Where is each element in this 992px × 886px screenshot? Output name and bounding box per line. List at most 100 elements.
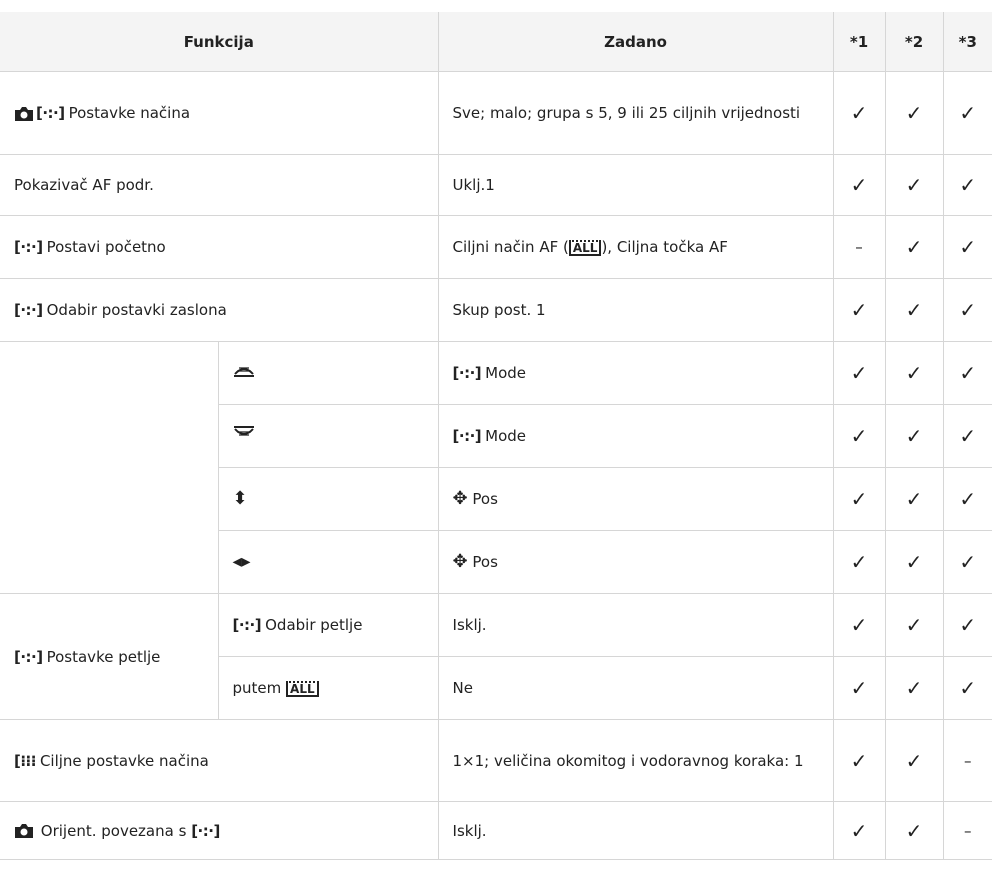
af-target-bracket: [·:·] — [452, 427, 482, 445]
check-icon: ✓ — [832, 467, 886, 531]
check-icon: ✓ — [832, 341, 886, 405]
default-cell: Uklj.1 — [437, 154, 834, 216]
function-cell-empty — [0, 341, 219, 594]
default-cell: [·:·] Mode — [437, 404, 834, 468]
default-text: ), Ciljna točka AF — [601, 238, 728, 256]
table-row: Pokazivač AF podr. Uklj.1 ✓ ✓ ✓ — [0, 154, 992, 216]
default-text: Ciljni način AF ( — [452, 238, 569, 256]
check-icon: ✓ — [832, 530, 886, 594]
check-icon: ✓ — [942, 593, 992, 657]
function-cell: [·:·] Postavke načina — [0, 71, 439, 155]
check-icon: ✓ — [832, 278, 886, 342]
function-icon-cell — [218, 404, 439, 468]
default-cell: [·:·] Mode — [437, 341, 834, 405]
function-cell: Orijent. povezana s [·:·] — [0, 801, 439, 860]
all-target-icon: ALL — [568, 239, 602, 256]
header-col2: *2 — [884, 12, 944, 72]
function-cell: [⁝⁝⁝ Ciljne postavke načina — [0, 719, 439, 802]
table-row: [·:·] Postavke načina Sve; malo; grupa s … — [0, 71, 992, 155]
function-cell: Pokazivač AF podr. — [0, 154, 439, 216]
default-text: Pos — [472, 553, 498, 571]
table-row: [·:·] Odabir postavki zaslona Skup post. … — [0, 278, 992, 342]
function-icon-cell: ◂▸ — [218, 530, 439, 594]
check-icon: ✓ — [942, 656, 992, 720]
header-function: Funkcija — [0, 12, 439, 72]
camera-icon — [15, 824, 33, 838]
check-icon: ✓ — [832, 404, 886, 468]
af-target-bracket: [·:·] — [36, 104, 65, 122]
check-icon: ✓ — [884, 278, 944, 342]
sub-function-cell: putem ALL — [218, 656, 439, 720]
sub-function-label: putem — [232, 679, 282, 697]
check-icon: ✓ — [884, 467, 944, 531]
sub-function-label: Odabir petlje — [265, 616, 363, 634]
af-target-bracket: [·:·] — [14, 238, 43, 256]
function-icon-cell: ⬍ — [218, 467, 439, 531]
header-col3: *3 — [942, 12, 992, 72]
default-cell: 1×1; veličina okomitog i vodoravnog kora… — [437, 719, 834, 802]
function-label: Postavke petlje — [46, 647, 161, 666]
function-icon-cell — [217, 341, 439, 405]
table-row: [⁝⁝⁝ Ciljne postavke načina 1×1; veličina… — [0, 719, 992, 802]
table-row: [·:·] Postavi početno Ciljni način AF (AL… — [0, 215, 992, 279]
default-text: Mode — [485, 427, 526, 445]
check-icon: ✓ — [884, 404, 944, 468]
default-cell: ✥ Pos — [437, 530, 834, 594]
dash-icon: – — [832, 215, 886, 279]
default-cell: Isklj. — [437, 593, 834, 657]
table-row: [·:·] Postavke petlje [·:·] Odabir petlje … — [0, 593, 992, 720]
default-cell: Skup post. 1 — [437, 278, 834, 342]
check-icon: ✓ — [942, 530, 992, 594]
check-icon: ✓ — [884, 341, 944, 405]
front-dial-icon — [233, 367, 254, 377]
target-pattern-icon: [⁝⁝⁝ — [14, 751, 36, 770]
default-cell: Ciljni način AF (ALL), Ciljna točka AF — [437, 215, 834, 279]
camera-icon — [15, 106, 33, 121]
check-icon: ✓ — [942, 278, 992, 342]
check-icon: ✓ — [942, 467, 992, 531]
header-col1: *1 — [832, 12, 886, 72]
cross-pad-icon: ✥ — [452, 551, 468, 572]
function-label: Postavi početno — [46, 238, 166, 256]
check-icon: ✓ — [942, 341, 992, 405]
cross-pad-icon: ✥ — [452, 488, 468, 509]
check-icon: ✓ — [832, 719, 886, 802]
check-icon: ✓ — [884, 530, 944, 594]
sub-function-cell: [·:·] Odabir petlje — [217, 593, 439, 657]
function-cell: [·:·] Postavi početno — [0, 215, 439, 279]
check-icon: ✓ — [942, 154, 992, 216]
dash-icon: – — [942, 719, 992, 802]
check-icon: ✓ — [942, 215, 992, 279]
default-cell: Ne — [437, 656, 834, 720]
default-cell: Isklj. — [437, 801, 834, 860]
table-header-row: Funkcija Zadano *1 *2 *3 — [0, 12, 992, 72]
default-cell: ✥ Pos — [437, 467, 834, 531]
default-text: Pos — [472, 490, 498, 508]
left-right-arrows-icon: ◂▸ — [232, 551, 251, 572]
check-icon: ✓ — [942, 71, 992, 155]
af-target-bracket: [·:·] — [14, 301, 43, 319]
rear-dial-icon — [233, 426, 254, 436]
check-icon: ✓ — [884, 656, 944, 720]
up-down-arrows-icon: ⬍ — [232, 488, 248, 509]
check-icon: ✓ — [832, 801, 886, 860]
all-target-icon: ALL — [286, 680, 319, 697]
check-icon: ✓ — [884, 71, 944, 155]
af-target-bracket: [·:·] — [14, 647, 43, 666]
check-icon: ✓ — [884, 215, 944, 279]
dash-icon: – — [942, 801, 992, 860]
header-default: Zadano — [437, 12, 834, 72]
check-icon: ✓ — [832, 656, 886, 720]
function-label: Ciljne postavke načina — [39, 751, 209, 770]
settings-table: Funkcija Zadano *1 *2 *3 [·:·] Postavke n… — [0, 12, 992, 860]
check-icon: ✓ — [832, 154, 886, 216]
function-label: Postavke načina — [68, 104, 191, 122]
check-icon: ✓ — [942, 404, 992, 468]
check-icon: ✓ — [832, 71, 886, 155]
af-target-bracket: [·:·] — [232, 616, 262, 634]
function-label: Odabir postavki zaslona — [46, 301, 227, 319]
af-target-bracket: [·:·] — [191, 821, 220, 840]
function-cell: [·:·] Odabir postavki zaslona — [0, 278, 439, 342]
table-row: Orijent. povezana s [·:·] Isklj. ✓ ✓ – — [0, 801, 992, 860]
check-icon: ✓ — [884, 719, 944, 802]
